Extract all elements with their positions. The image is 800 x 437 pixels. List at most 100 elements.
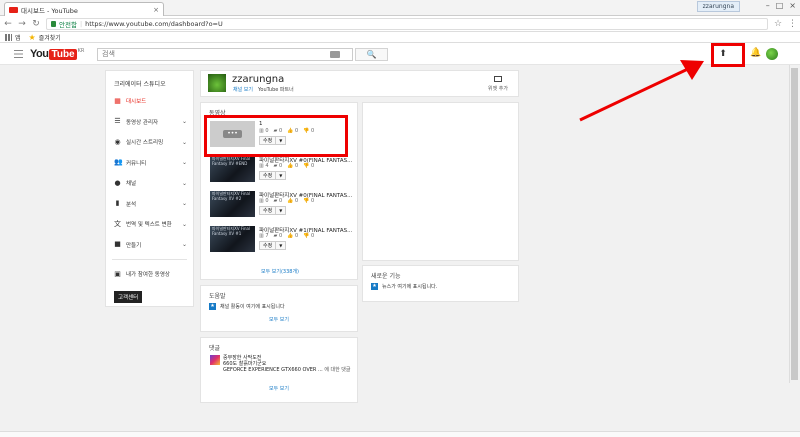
whats-new-title: 새로운 기능 [371, 273, 401, 280]
sidebar-item-0[interactable]: ▦ 대시보드 [106, 91, 193, 112]
sidebar-item-4[interactable]: ● 채널 ⌄ [106, 173, 193, 194]
dislikes-stat: 👎 0 [303, 163, 315, 169]
back-icon[interactable]: ← [4, 19, 12, 29]
search-input[interactable] [97, 48, 353, 61]
sidebar-icon: 👥 [114, 158, 123, 167]
chevron-down-icon[interactable]: ⌄ [182, 221, 187, 228]
profile-chip[interactable]: zzarungna [696, 1, 740, 12]
sidebar-item-2[interactable]: ◉ 실시간 스트리밍 ⌄ [106, 132, 193, 153]
url-divider: | [79, 19, 83, 28]
youtube-masthead: You Tube KR 🔍 ⬆ 🔔 [0, 43, 800, 65]
window-controls: – □ × [766, 1, 796, 10]
comment-video-title[interactable]: GEFORCE EXPERIENCE GTX660 OVER ... [223, 367, 323, 373]
video-row: 파이널판타지XV Final Fantasy XV #END 파이널판타지XV #… [210, 156, 355, 183]
apps-shortcut[interactable]: 앱 [5, 33, 21, 42]
add-widget-button[interactable]: 위젯 추가 [488, 76, 508, 92]
bookmark-star-icon[interactable]: ☆ [774, 19, 782, 29]
channel-name[interactable]: zzarungna [232, 74, 284, 85]
tab-close-icon[interactable]: × [153, 6, 159, 14]
sidebar-item-1[interactable]: ☰ 동영상 관리자 ⌄ [106, 112, 193, 133]
sidebar-item-6[interactable]: 文 번역 및 텍스트 변환 ⌄ [106, 214, 193, 235]
sidebar-item-3[interactable]: 👥 커뮤니티 ⌄ [106, 153, 193, 174]
notifications-bell-icon[interactable]: 🔔 [750, 48, 761, 58]
logo-region: KR [77, 48, 85, 54]
view-all-videos-link[interactable]: 모두 보기(338개) [201, 268, 359, 275]
keyboard-icon[interactable] [330, 51, 340, 58]
creator-studio-sidebar: 크리에이터 스튜디오 ▦ 대시보드 ☰ 동영상 관리자 ⌄ ◉ 실시간 스트리밍 ⌄ 👥 커뮤니티… [105, 70, 194, 307]
video-row: 파이널판타지XV Final Fantasy XV #1 파이널판타지XV #1(… [210, 226, 355, 253]
likes-count: 0 [294, 233, 299, 239]
chevron-down-icon[interactable]: ⌄ [182, 159, 187, 166]
sidebar-item-my-videos[interactable]: ▣ 내가 참여한 동영상 [106, 264, 193, 285]
video-thumbnail[interactable]: 파이널판타지XV Final Fantasy XV #END [210, 156, 255, 182]
thumbnail-text: 파이널판타지XV Final Fantasy XV #1 [212, 226, 251, 236]
video-row: 파이널판타지XV Final Fantasy XV #2 파이널판타지XV #0(… [210, 191, 355, 218]
help-note: ★ 채널 활동이 여기에 표시됩니다 [201, 300, 357, 310]
scrollbar-thumb[interactable] [791, 68, 798, 380]
chevron-down-icon[interactable]: ⌄ [182, 200, 187, 207]
video-edit-group: 수정 ▼ [259, 241, 287, 250]
browser-titlebar: 대시보드 - YouTube × zzarungna – □ × [0, 0, 800, 16]
likes-stat: 👍 0 [287, 198, 299, 204]
comments-stat: ▰ 0 [273, 233, 283, 239]
edit-dropdown-button[interactable]: ▼ [276, 241, 287, 250]
comments-stat: ▰ 0 [273, 163, 283, 169]
url-text[interactable]: https://www.youtube.com/dashboard?o=U [85, 20, 223, 28]
sidebar-item-label: 내가 참여한 동영상 [126, 272, 170, 279]
sidebar-icon: ● [114, 178, 121, 187]
edit-button[interactable]: 수정 [259, 241, 277, 250]
news-star-icon: ★ [371, 283, 378, 290]
thumbnail-text: 파이널판타지XV Final Fantasy XV #END [212, 156, 251, 166]
edit-dropdown-button[interactable]: ▼ [276, 171, 287, 180]
commenter-avatar [210, 355, 220, 365]
comments-view-all-link[interactable]: 모두 보기 [201, 385, 357, 392]
help-card: 도움말 ★ 채널 활동이 여기에 표시됩니다 모두 보기 [200, 285, 358, 332]
chevron-down-icon[interactable]: ⌄ [182, 180, 187, 187]
close-window-icon[interactable]: × [789, 1, 796, 10]
help-view-all-link[interactable]: 모두 보기 [201, 316, 357, 323]
video-stats: ▥ 4 ▰ 0 👍 0 👎 0 [259, 163, 314, 169]
info-star-icon: ★ [209, 303, 216, 310]
chevron-down-icon[interactable]: ⌄ [182, 241, 187, 248]
channel-avatar[interactable] [208, 74, 226, 92]
channel-sub-links: 채널 보기 YouTube 파트너 [233, 86, 294, 93]
maximize-icon[interactable]: □ [776, 1, 784, 10]
tab-title: 대시보드 - YouTube [21, 6, 78, 15]
reload-icon[interactable]: ↻ [32, 19, 40, 29]
browser-tab[interactable]: 대시보드 - YouTube × [4, 2, 164, 16]
logo-you: You [30, 48, 49, 60]
comment-item[interactable]: 중무장한 사막도전 660도 찰흙마기군요 GEFORCE EXPERIENCE… [201, 352, 357, 373]
search-button[interactable]: 🔍 [355, 48, 388, 61]
video-thumbnail[interactable]: 파이널판타지XV Final Fantasy XV #1 [210, 226, 255, 252]
comments-card: 댓글 중무장한 사막도전 660도 찰흙마기군요 GEFORCE EXPERIE… [200, 337, 358, 403]
sidebar-item-7[interactable]: ■ 만들기 ⌄ [106, 235, 193, 256]
video-edit-group: 수정 ▼ [259, 171, 287, 180]
chevron-down-icon[interactable]: ⌄ [182, 118, 187, 125]
sidebar-title: 크리에이터 스튜디오 [114, 81, 166, 88]
edit-button[interactable]: 수정 [259, 206, 277, 215]
help-center-button[interactable]: 고객센터 [114, 290, 143, 303]
minimize-icon[interactable]: – [766, 1, 770, 10]
youtube-logo[interactable]: You Tube KR [30, 48, 84, 60]
menu-dots-icon[interactable]: ⋮ [788, 19, 797, 29]
favorites-shortcut[interactable]: ★ 즐겨찾기 [29, 33, 61, 42]
chevron-down-icon[interactable]: ⌄ [182, 139, 187, 146]
lock-icon [51, 20, 56, 27]
edit-dropdown-button[interactable]: ▼ [276, 206, 287, 215]
account-avatar[interactable] [766, 48, 778, 60]
star-folder-icon: ★ [28, 32, 36, 42]
dislikes-stat: 👎 0 [303, 198, 315, 204]
whats-new-note: ★ 뉴스가 여기에 표시됩니다. [363, 280, 518, 290]
address-bar[interactable]: 안전함 | https://www.youtube.com/dashboard?… [46, 17, 768, 30]
hamburger-menu-icon[interactable] [14, 50, 23, 58]
view-channel-link[interactable]: 채널 보기 [233, 86, 253, 93]
sidebar-item-5[interactable]: ▮ 분석 ⌄ [106, 194, 193, 215]
likes-count: 0 [294, 163, 299, 169]
forward-icon[interactable]: → [18, 19, 26, 29]
widget-icon [494, 76, 502, 82]
edit-button[interactable]: 수정 [259, 171, 277, 180]
sidebar-icon: ▮ [115, 199, 120, 208]
video-thumbnail[interactable]: 파이널판타지XV Final Fantasy XV #2 [210, 191, 255, 217]
sidebar-icon: 文 [114, 219, 121, 228]
arrow-shaft [579, 66, 691, 122]
